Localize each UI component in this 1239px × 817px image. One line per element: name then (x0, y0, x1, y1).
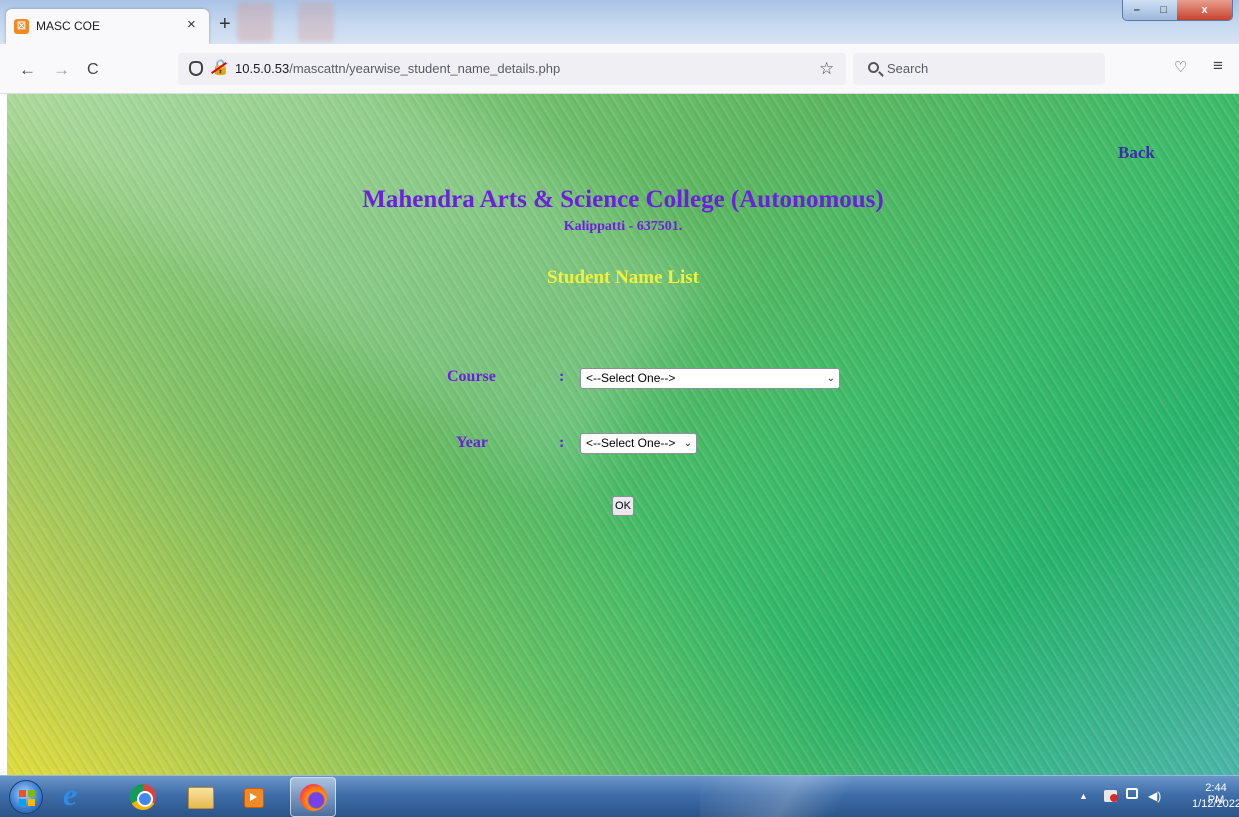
network-icon[interactable] (1126, 788, 1138, 799)
action-center-flag-icon[interactable] (1104, 790, 1118, 802)
reload-icon[interactable]: C (87, 61, 99, 78)
back-link[interactable]: Back (1118, 143, 1155, 163)
window-controls: – □ x (1122, 0, 1233, 21)
ok-button[interactable]: OK (612, 496, 634, 516)
page-body: Back Mahendra Arts & Science College (Au… (7, 94, 1239, 775)
search-bar[interactable]: Search (853, 53, 1105, 85)
url-host: 10.5.0.53 (235, 61, 290, 76)
screen: ☒ MASC COE × + – □ x ← → C 🔒 10.5.0.53/m… (0, 0, 1239, 817)
internet-explorer-icon[interactable] (57, 776, 91, 814)
page-content: Back Mahendra Arts & Science College (Au… (7, 94, 1239, 775)
college-name-heading: Mahendra Arts & Science College (Autonom… (362, 186, 884, 213)
lock-slash-mark (211, 62, 227, 74)
blurred-tab-background (237, 2, 273, 42)
new-tab-icon[interactable]: + (219, 14, 231, 34)
search-placeholder: Search (887, 61, 929, 76)
tracking-shield-icon[interactable] (189, 61, 203, 76)
browser-nav-bar: ← → C 🔒 10.5.0.53/mascattn/yearwise_stud… (0, 44, 1239, 94)
hamburger-menu-icon[interactable]: ≡ (1213, 57, 1223, 74)
windows-taskbar: ▲ ◀) 2:44 PM 1/12/2022 (0, 775, 1239, 817)
volume-icon[interactable]: ◀) (1148, 789, 1161, 803)
course-label: Course (447, 368, 496, 385)
course-select-value: <--Select One--> (586, 371, 676, 385)
insecure-lock-icon[interactable]: 🔒 (211, 59, 230, 77)
forward-arrow-icon[interactable]: → (53, 61, 70, 78)
course-colon: : (559, 368, 565, 385)
file-explorer-icon[interactable] (183, 780, 217, 814)
tab-close-icon[interactable]: × (187, 16, 196, 34)
college-address: Kalippatti - 637501. (563, 219, 683, 234)
url-path: /mascattn/yearwise_student_name_details.… (289, 61, 561, 76)
search-icon (868, 62, 879, 73)
chevron-down-icon: ⌄ (826, 373, 835, 384)
year-select-value: <--Select One--> (586, 436, 676, 450)
page-title: Student Name List (546, 267, 699, 288)
back-arrow-icon[interactable]: ← (19, 61, 36, 78)
windows-logo-icon (19, 790, 35, 806)
show-hidden-icons-icon[interactable]: ▲ (1079, 789, 1088, 803)
taskbar-glow (700, 776, 900, 817)
address-bar[interactable]: 🔒 10.5.0.53/mascattn/yearwise_student_na… (178, 53, 846, 85)
tab-title: MASC COE (36, 19, 101, 33)
course-select[interactable]: <--Select One--> ⌄ (580, 368, 840, 389)
browser-tab-active[interactable]: ☒ MASC COE × (6, 9, 209, 44)
media-player-icon[interactable] (237, 780, 271, 814)
clock-date[interactable]: 1/12/2022 (1192, 798, 1239, 810)
chevron-down-icon: ⌄ (683, 438, 692, 449)
url-text[interactable]: 10.5.0.53/mascattn/yearwise_student_name… (235, 61, 560, 76)
firefox-icon[interactable] (290, 777, 336, 817)
bookmark-star-icon[interactable]: ☆ (819, 59, 834, 78)
browser-tab-bar: ☒ MASC COE × + – □ x (0, 0, 1239, 44)
maximize-button[interactable]: □ (1150, 0, 1178, 20)
minimize-button[interactable]: – (1123, 0, 1151, 20)
year-label: Year (456, 434, 488, 451)
year-colon: : (559, 434, 565, 451)
year-select[interactable]: <--Select One--> ⌄ (580, 433, 697, 454)
start-button[interactable] (9, 780, 43, 814)
window-close-button[interactable]: x (1177, 0, 1232, 20)
site-favicon-icon: ☒ (14, 19, 29, 34)
blurred-tab-background (298, 2, 334, 42)
chrome-icon[interactable] (126, 780, 160, 814)
pocket-icon[interactable]: ♡ (1174, 59, 1187, 76)
